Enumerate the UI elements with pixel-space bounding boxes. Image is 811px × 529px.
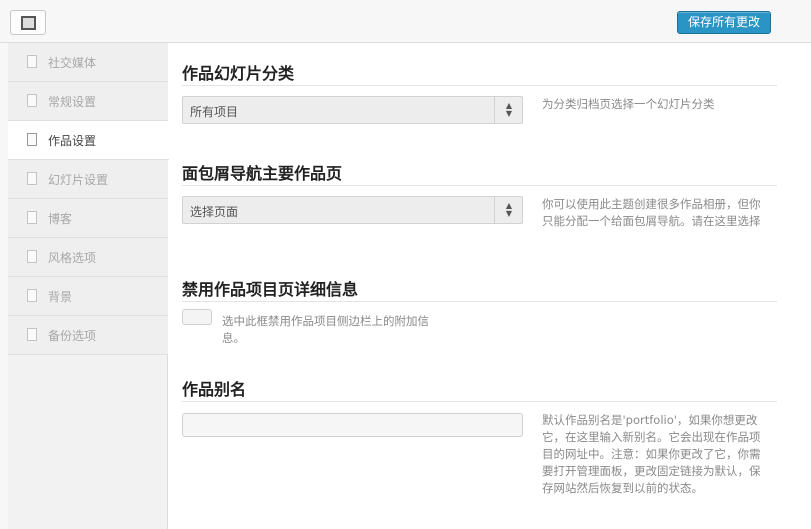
sidebar-item-label: 幻灯片设置: [48, 173, 109, 187]
document-icon: [27, 328, 37, 341]
document-icon: [27, 133, 37, 146]
select-arrows-icon: ▲ ▼: [505, 201, 513, 218]
panel-square-icon[interactable]: [10, 10, 46, 35]
select-separator: [494, 197, 495, 223]
section-title-breadcrumb-main-page: 面包屑导航主要作品页: [182, 164, 343, 183]
section-description: 你可以使用此主题创建很多作品相册，但你只能分配一个给面包屑导航。请在这里选择: [542, 197, 761, 228]
disable-details-checkbox[interactable]: [182, 309, 212, 325]
top-toolbar: 保存所有更改: [0, 0, 811, 43]
sidebar-item-background[interactable]: 背景: [8, 277, 168, 316]
select-value: 所有项目: [190, 105, 239, 119]
document-icon: [27, 172, 37, 185]
select-arrows-icon: ▲ ▼: [505, 101, 513, 118]
sidebar-item-general-settings[interactable]: 常规设置: [8, 82, 168, 121]
section-divider: [182, 301, 777, 302]
section-title-disable-project-details: 禁用作品项目页详细信息: [182, 280, 359, 299]
section-divider: [182, 85, 777, 86]
breadcrumb-page-select[interactable]: 选择页面 ▲ ▼: [182, 196, 523, 224]
section-description: 为分类归档页选择一个幻灯片分类: [542, 97, 715, 111]
sidebar-item-social-media[interactable]: 社交媒体: [8, 43, 168, 82]
section-title-portfolio-slug: 作品别名: [182, 380, 247, 399]
sidebar-item-backup-options[interactable]: 备份选项: [8, 316, 168, 355]
sidebar-item-blog[interactable]: 博客: [8, 199, 168, 238]
sidebar-item-label: 背景: [48, 290, 73, 304]
section-description: 默认作品别名是'portfolio'，如果你想更改它，在这里输入新别名。它会出现…: [542, 413, 761, 495]
portfolio-slug-input[interactable]: [182, 413, 523, 437]
sidebar-item-label: 风格选项: [48, 251, 97, 265]
document-icon: [27, 55, 37, 68]
sidebar-edge: [0, 43, 8, 529]
section-divider: [182, 401, 777, 402]
section-description: 选中此框禁用作品项目侧边栏上的附加信息。: [222, 314, 429, 345]
document-icon: [27, 211, 37, 224]
document-icon: [27, 94, 37, 107]
select-value: 选择页面: [190, 205, 239, 219]
document-icon: [27, 250, 37, 263]
sidebar-item-label: 作品设置: [48, 134, 97, 148]
sidebar-item-label: 常规设置: [48, 95, 97, 109]
document-icon: [27, 289, 37, 302]
portfolio-slider-category-select[interactable]: 所有项目 ▲ ▼: [182, 96, 523, 124]
section-title-portfolio-slider-category: 作品幻灯片分类: [182, 64, 295, 83]
save-all-button[interactable]: 保存所有更改: [677, 11, 771, 34]
sidebar-item-portfolio-settings[interactable]: 作品设置: [8, 121, 169, 160]
sidebar-item-slider-settings[interactable]: 幻灯片设置: [8, 160, 168, 199]
sidebar-item-label: 博客: [48, 212, 73, 226]
sidebar-item-label: 备份选项: [48, 329, 97, 343]
sidebar-item-style-options[interactable]: 风格选项: [8, 238, 168, 277]
sidebar-item-label: 社交媒体: [48, 56, 97, 70]
select-separator: [494, 97, 495, 123]
section-divider: [182, 185, 777, 186]
